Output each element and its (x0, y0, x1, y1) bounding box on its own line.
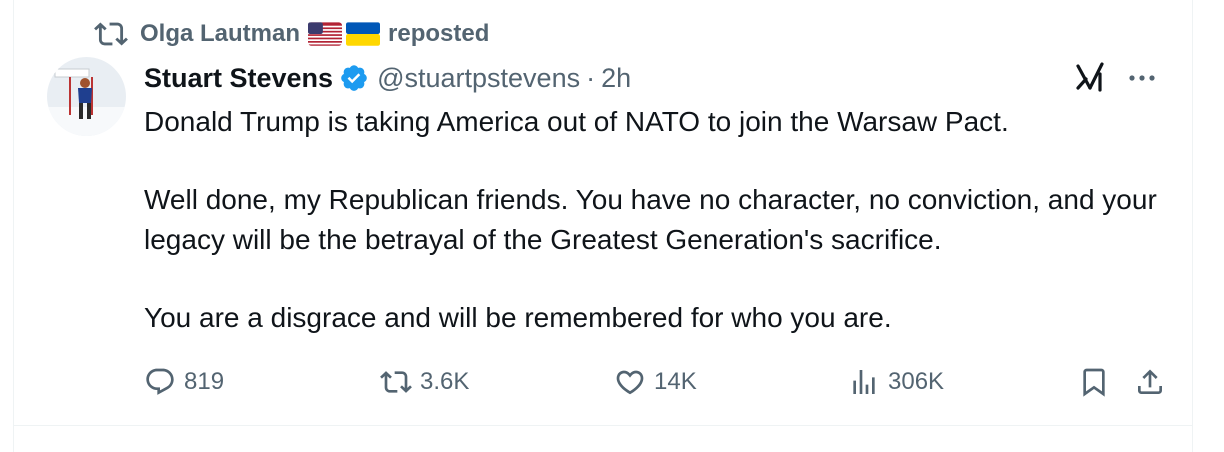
action-bar: 819 3.6K 14K 306K (144, 360, 1164, 404)
display-name[interactable]: Stuart Stevens (144, 63, 333, 94)
ukraine-flag-icon (346, 22, 381, 46)
reposter-name[interactable]: Olga Lautman (140, 20, 300, 48)
tweet-text: Donald Trump is taking America out of NA… (144, 102, 1184, 338)
repost-button[interactable]: 3.6K (380, 360, 469, 404)
tweet-paragraph: Donald Trump is taking America out of NA… (144, 106, 1009, 137)
like-button[interactable]: 14K (614, 360, 697, 404)
tweet-header: Stuart Stevens @stuartpstevens · 2h (144, 58, 631, 98)
handle[interactable]: @stuartpstevens (377, 63, 580, 94)
divider (14, 425, 1192, 426)
reply-count: 819 (184, 368, 225, 395)
share-icon (1138, 369, 1162, 394)
us-flag-icon (308, 22, 343, 46)
repost-icon (380, 371, 412, 393)
reposted-label: reposted (388, 20, 490, 47)
tweet-paragraph: You are a disgrace and will be remembere… (144, 302, 892, 333)
more-icon[interactable] (1124, 64, 1160, 92)
social-context: Olga Lautman reposted (94, 16, 489, 52)
tweet-card[interactable]: Olga Lautman reposted Stuart Stevens @st… (13, 0, 1193, 452)
avatar[interactable] (47, 57, 126, 136)
repost-count: 3.6K (420, 368, 470, 395)
tweet-paragraph: Well done, my Republican friends. You ha… (144, 184, 1157, 255)
verified-badge-icon (341, 65, 367, 91)
like-count: 14K (654, 368, 697, 395)
repost-icon (94, 22, 128, 46)
flag-emojis (308, 17, 381, 51)
bookmark-icon (1083, 368, 1105, 397)
view-count: 306K (888, 368, 945, 395)
bookmark-button[interactable] (1078, 360, 1110, 404)
reply-button[interactable]: 819 (144, 360, 224, 404)
timestamp[interactable]: 2h (601, 63, 631, 94)
share-button[interactable] (1134, 360, 1166, 404)
separator-dot: · (586, 62, 596, 93)
views-button[interactable]: 306K (848, 360, 944, 404)
grok-icon[interactable] (1074, 60, 1108, 94)
views-icon (853, 370, 875, 394)
reply-icon (146, 368, 174, 395)
heart-icon (616, 370, 644, 395)
